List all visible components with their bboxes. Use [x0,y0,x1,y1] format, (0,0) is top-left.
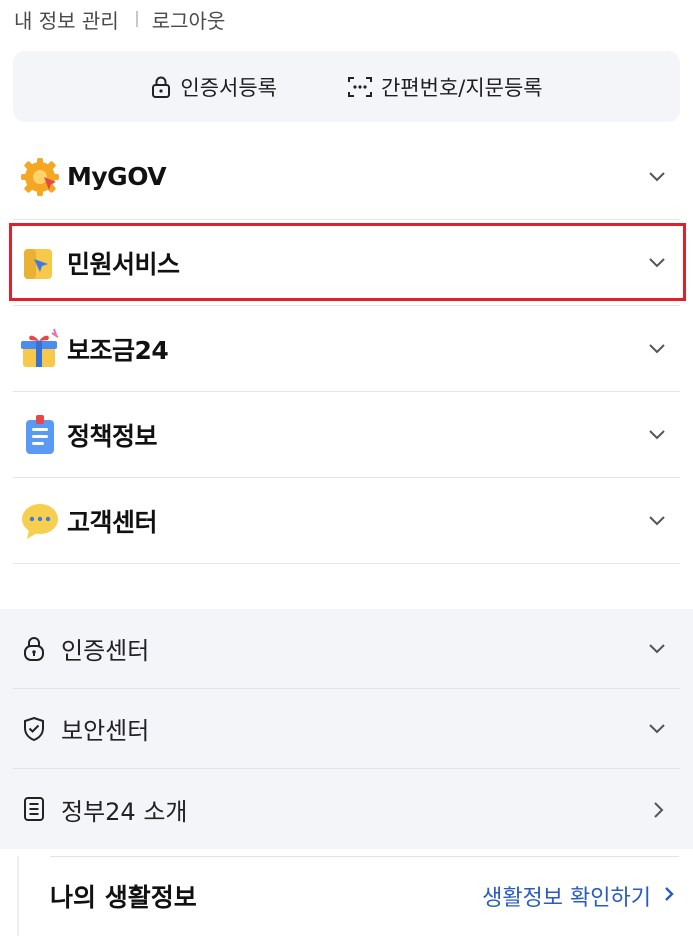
scan-icon [347,75,373,99]
chevron-down-icon [648,721,666,741]
top-links: 내 정보 관리 로그아웃 [14,5,225,33]
auth-registration-panel: 인증서등록 간편번호/지문등록 [13,51,680,122]
folder-cursor-icon [17,240,63,286]
chevron-down-icon [648,641,666,661]
chevron-down-icon [648,427,666,447]
life-info-title: 나의 생활정보 [50,883,197,912]
document-icon [21,796,47,822]
sub-item-gov24-intro[interactable]: 정부24 소개 [13,769,680,849]
life-info-link[interactable]: 생활정보 확인하기 [482,880,675,912]
menu-item-mygov[interactable]: MyGOV [13,134,680,220]
menu-label: 고객센터 [67,507,158,537]
chat-bubble-icon [17,498,63,544]
menu-label: MyGOV [67,162,167,191]
chevron-right-icon [663,884,675,909]
chevron-down-icon [648,341,666,361]
menu-item-civil-service[interactable]: 민원서비스 [13,220,680,306]
sub-menu: 인증센터 보안센터 정부24 소개 [13,609,680,849]
shield-check-icon [21,716,47,742]
sub-item-security-center[interactable]: 보안센터 [13,689,680,769]
life-info-link-label: 생활정보 확인하기 [482,886,651,911]
menu-item-customer-center[interactable]: 고객센터 [13,478,680,564]
lock-icon [21,636,47,662]
clipboard-icon [17,412,63,458]
menu-label: 보조금24 [67,335,169,365]
divider [50,856,679,857]
menu-item-policy-info[interactable]: 정책정보 [13,392,680,478]
logout-link[interactable]: 로그아웃 [152,5,226,34]
life-info-card: 나의 생활정보 생활정보 확인하기 [17,856,693,936]
chevron-down-icon [648,169,666,189]
certificate-register-button[interactable]: 인증서등록 [150,72,277,102]
my-info-link[interactable]: 내 정보 관리 [14,5,119,34]
simple-auth-register-button[interactable]: 간편번호/지문등록 [347,72,543,102]
gear-badge-icon [17,154,63,200]
sub-menu-label: 보안센터 [61,717,150,745]
menu-label: 정책정보 [67,421,158,451]
divider [135,11,138,27]
sub-menu-label: 인증센터 [61,637,150,665]
gift-box-icon [17,326,63,372]
sub-item-auth-center[interactable]: 인증센터 [13,609,680,689]
chevron-down-icon [648,255,666,275]
chevron-right-icon [650,801,666,823]
main-menu: MyGOV 민원서비스 보조금24 정책정보 고객센터 [13,134,680,564]
certificate-register-label: 인증서등록 [180,75,277,100]
menu-item-subsidy[interactable]: 보조금24 [13,306,680,392]
menu-label: 민원서비스 [67,249,180,279]
lock-icon [150,75,172,99]
sub-menu-label: 정부24 소개 [61,797,188,826]
simple-auth-register-label: 간편번호/지문등록 [380,75,543,100]
chevron-down-icon [648,513,666,533]
